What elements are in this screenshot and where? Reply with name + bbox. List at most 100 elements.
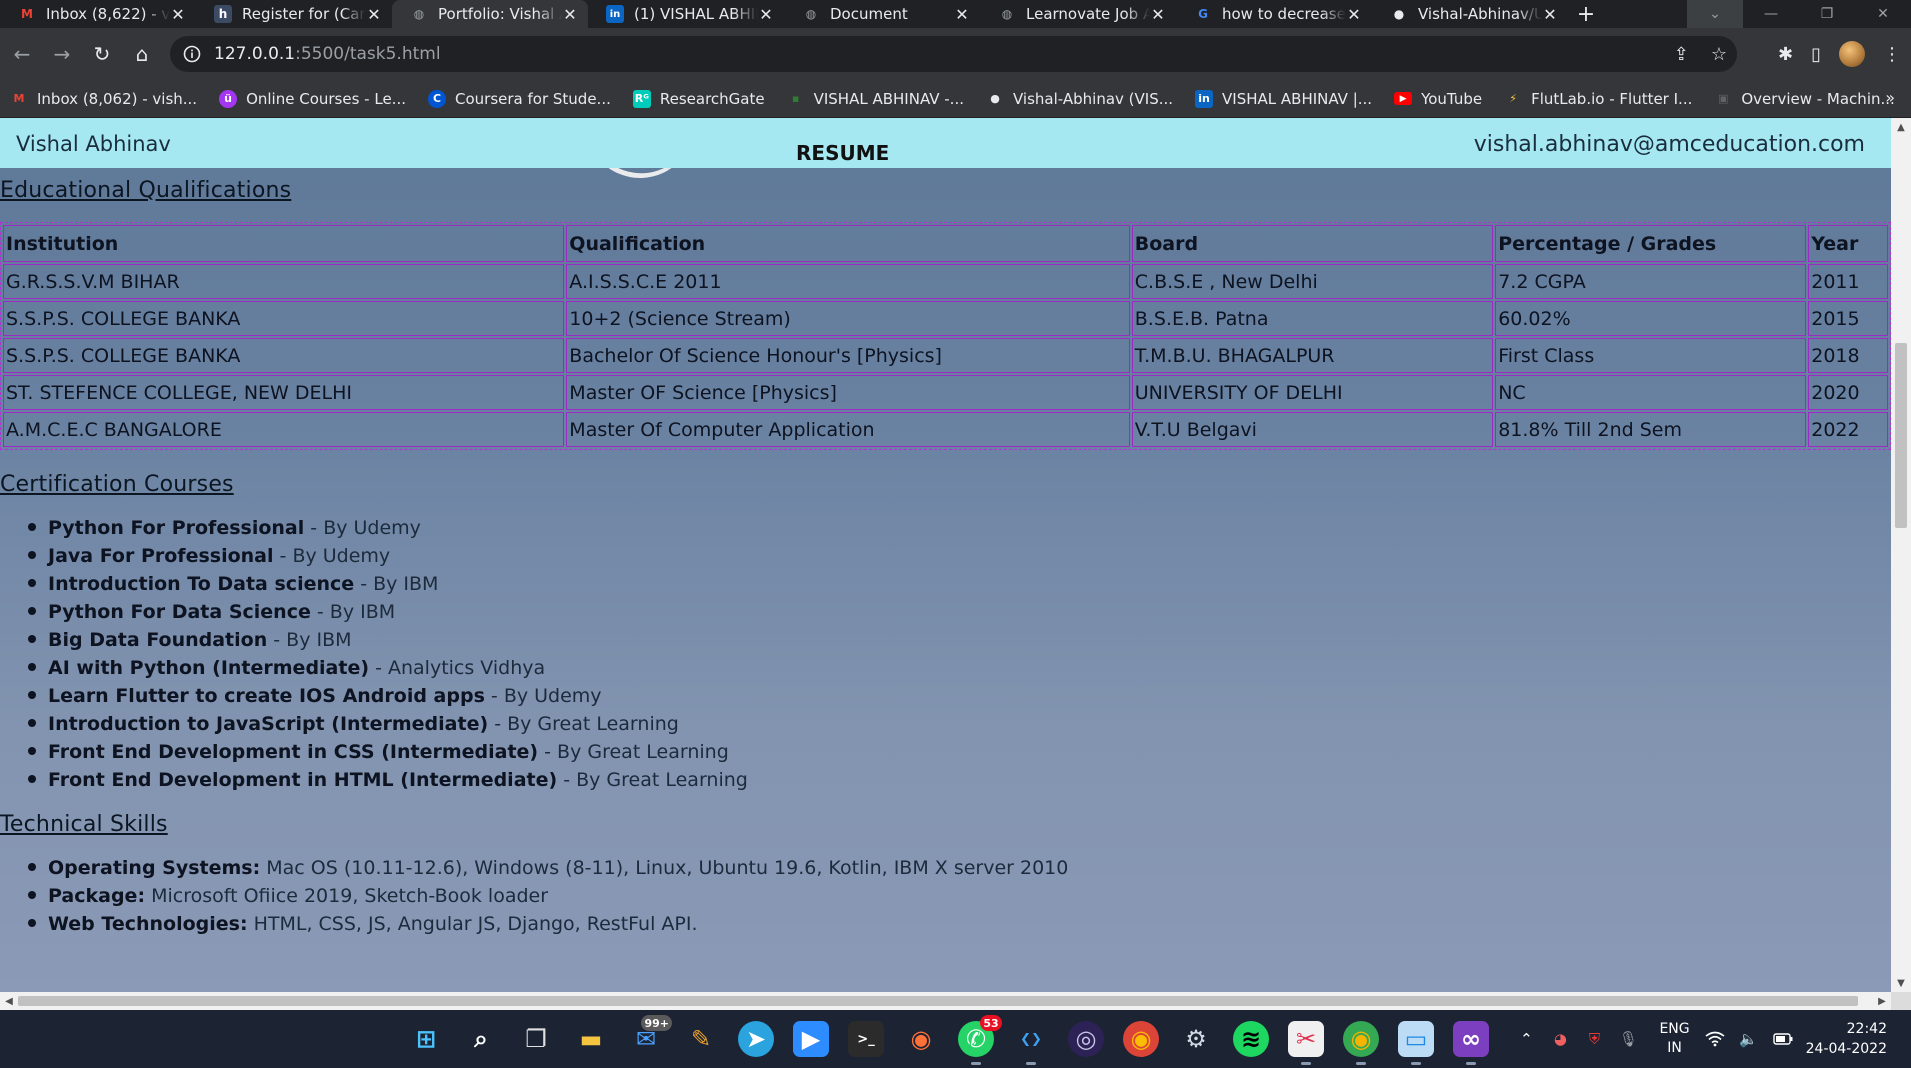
- paint-icon[interactable]: ✎: [683, 1021, 719, 1057]
- snipping-tool-icon[interactable]: ✂: [1288, 1021, 1324, 1065]
- tab-title: (1) VISHAL ABHIN: [634, 5, 758, 23]
- running-indicator: [1356, 1062, 1366, 1065]
- address-bar[interactable]: 127.0.0.1:5500/task5.html ⇪ ☆: [170, 36, 1737, 72]
- tab-close-icon[interactable]: ✕: [562, 5, 578, 24]
- wifi-icon[interactable]: [1704, 1028, 1726, 1050]
- bookmarks-overflow-icon[interactable]: »: [1885, 88, 1895, 107]
- battery-icon[interactable]: [1772, 1028, 1794, 1050]
- share-icon[interactable]: ⇪: [1674, 44, 1689, 65]
- horizontal-scrollbar[interactable]: ◀ ▶: [0, 992, 1891, 1010]
- course-provider: - By Udemy: [304, 517, 421, 539]
- mcafee-icon[interactable]: ⛨: [1583, 1028, 1605, 1050]
- file-explorer-icon[interactable]: ▬: [573, 1021, 609, 1057]
- bookmark-item[interactable]: ▣ Overview - Machin...: [1714, 89, 1895, 108]
- minimize-button[interactable]: —: [1743, 0, 1799, 28]
- bullet-icon: [28, 863, 36, 871]
- bookmark-item[interactable]: ▪ VISHAL ABHINAV -...: [787, 90, 964, 108]
- tab-close-icon[interactable]: ✕: [1542, 5, 1558, 24]
- browser-tab[interactable]: in (1) VISHAL ABHIN ✕: [588, 0, 784, 28]
- visual-studio-icon[interactable]: ∞: [1453, 1021, 1489, 1065]
- running-indicator: [971, 1062, 981, 1065]
- skills-list: Operating Systems: Mac OS (10.11-12.6), …: [28, 854, 1891, 938]
- search-icon[interactable]: ⌕: [463, 1021, 499, 1057]
- table-cell: 10+2 (Science Stream): [566, 301, 1130, 336]
- table-cell: V.T.U Belgavi: [1131, 412, 1494, 447]
- bullet-icon: [28, 719, 36, 727]
- browser-tab[interactable]: ◍ Document ✕: [784, 0, 980, 28]
- bookmark-label: VISHAL ABHINAV |...: [1222, 89, 1373, 108]
- course-name: Introduction To Data science: [48, 573, 355, 595]
- start-button[interactable]: ⊞: [408, 1021, 444, 1057]
- volume-icon[interactable]: 🔈: [1738, 1028, 1760, 1050]
- tab-title: Learnovate Job A: [1026, 5, 1150, 23]
- profile-avatar[interactable]: [1839, 41, 1865, 67]
- home-button[interactable]: ⌂: [122, 34, 162, 74]
- chrome-canary-icon[interactable]: ◉: [1343, 1021, 1379, 1065]
- back-button[interactable]: ←: [2, 34, 42, 74]
- browser-tab[interactable]: h Register for (Cam ✕: [196, 0, 392, 28]
- bookmark-item[interactable]: ⚡ FlutLab.io - Flutter I...: [1504, 90, 1692, 108]
- terminal-icon[interactable]: >_: [848, 1021, 884, 1057]
- tab-close-icon[interactable]: ✕: [758, 5, 774, 24]
- telegram-icon[interactable]: ➤: [738, 1021, 774, 1057]
- site-info-icon[interactable]: [180, 42, 204, 66]
- bookmark-item[interactable]: C Coursera for Stude...: [428, 89, 611, 108]
- tab-close-icon[interactable]: ✕: [1150, 5, 1166, 24]
- settings-icon[interactable]: ⚙: [1178, 1021, 1214, 1057]
- whatsapp-icon[interactable]: ✆ 53: [958, 1015, 1002, 1065]
- horizontal-scroll-thumb[interactable]: [18, 996, 1858, 1006]
- scroll-right-arrow[interactable]: ▶: [1873, 992, 1891, 1010]
- tab-close-icon[interactable]: ✕: [1346, 5, 1362, 24]
- bookmark-label: Overview - Machin...: [1741, 89, 1895, 108]
- browser-tab[interactable]: ● Vishal-Abhinav/U ✕: [1372, 0, 1568, 28]
- chrome-icon[interactable]: ◉: [1123, 1021, 1159, 1057]
- extensions-icon[interactable]: ✱: [1778, 44, 1793, 65]
- bookmark-item[interactable]: Rᴳ ResearchGate: [632, 89, 765, 108]
- mail-icon[interactable]: ✉ 99+: [628, 1015, 672, 1057]
- tab-close-icon[interactable]: ✕: [954, 5, 970, 24]
- microphone-icon[interactable]: 🎙: [1617, 1028, 1639, 1050]
- bookmark-item[interactable]: M Inbox (8,062) - vish...: [10, 90, 198, 108]
- vscode-icon[interactable]: ❮❯: [1013, 1021, 1049, 1065]
- tab-title: Inbox (8,622) - vis: [46, 5, 170, 23]
- side-panel-icon[interactable]: ▯: [1811, 44, 1821, 65]
- course-name: Java For Professional: [48, 545, 274, 567]
- education-heading: Educational Qualifications: [0, 178, 292, 203]
- new-tab-button[interactable]: +: [1568, 0, 1604, 28]
- tab-close-icon[interactable]: ✕: [366, 5, 382, 24]
- firefox-icon[interactable]: ◉: [903, 1021, 939, 1057]
- tab-close-icon[interactable]: ✕: [170, 5, 186, 24]
- reload-button[interactable]: ↻: [82, 34, 122, 74]
- vertical-scroll-thumb[interactable]: [1895, 343, 1907, 528]
- vertical-scrollbar[interactable]: ▲ ▼: [1891, 118, 1911, 992]
- scroll-left-arrow[interactable]: ◀: [0, 992, 18, 1010]
- bookmark-item[interactable]: in VISHAL ABHINAV |...: [1195, 89, 1373, 108]
- eclipse-icon[interactable]: ◎: [1068, 1021, 1104, 1057]
- browser-tab[interactable]: M Inbox (8,622) - vis ✕: [0, 0, 196, 28]
- scroll-down-arrow[interactable]: ▼: [1891, 974, 1911, 992]
- menu-kebab-icon[interactable]: ⋮: [1883, 44, 1901, 65]
- tab-search-button[interactable]: ⌄: [1687, 0, 1743, 28]
- task-view-icon[interactable]: ❐: [518, 1021, 554, 1057]
- browser-tab[interactable]: ◍ Portfolio: Vishal A ✕: [392, 0, 588, 28]
- chevron-up-icon[interactable]: ⌃: [1515, 1028, 1537, 1050]
- bookmark-item[interactable]: ▶ YouTube: [1394, 90, 1482, 108]
- forward-button[interactable]: →: [42, 34, 82, 74]
- bookmark-item[interactable]: ● Vishal-Abhinav (VIS...: [986, 90, 1173, 108]
- bullet-icon: [28, 747, 36, 755]
- skills-heading: Technical Skills: [0, 812, 168, 837]
- language-indicator[interactable]: ENG IN: [1659, 1020, 1689, 1058]
- zoom-icon[interactable]: ▶: [793, 1021, 829, 1057]
- restore-button[interactable]: ❐: [1799, 0, 1855, 28]
- remote-desktop-icon[interactable]: ▭: [1398, 1021, 1434, 1065]
- browser-tab[interactable]: ◍ Learnovate Job A ✕: [980, 0, 1176, 28]
- close-window-button[interactable]: ✕: [1855, 0, 1911, 28]
- bookmark-star-icon[interactable]: ☆: [1711, 44, 1727, 65]
- scroll-up-arrow[interactable]: ▲: [1891, 118, 1911, 136]
- clock[interactable]: 22:42 24-04-2022: [1806, 1019, 1887, 1059]
- spotify-icon[interactable]: ≋: [1233, 1021, 1269, 1057]
- cloud-app-icon[interactable]: ◕: [1549, 1028, 1571, 1050]
- bookmark-item[interactable]: ü Online Courses - Le...: [219, 89, 406, 108]
- browser-tab[interactable]: Ghow to decrease ✕: [1176, 0, 1372, 28]
- table-cell: A.I.S.S.C.E 2011: [566, 264, 1130, 299]
